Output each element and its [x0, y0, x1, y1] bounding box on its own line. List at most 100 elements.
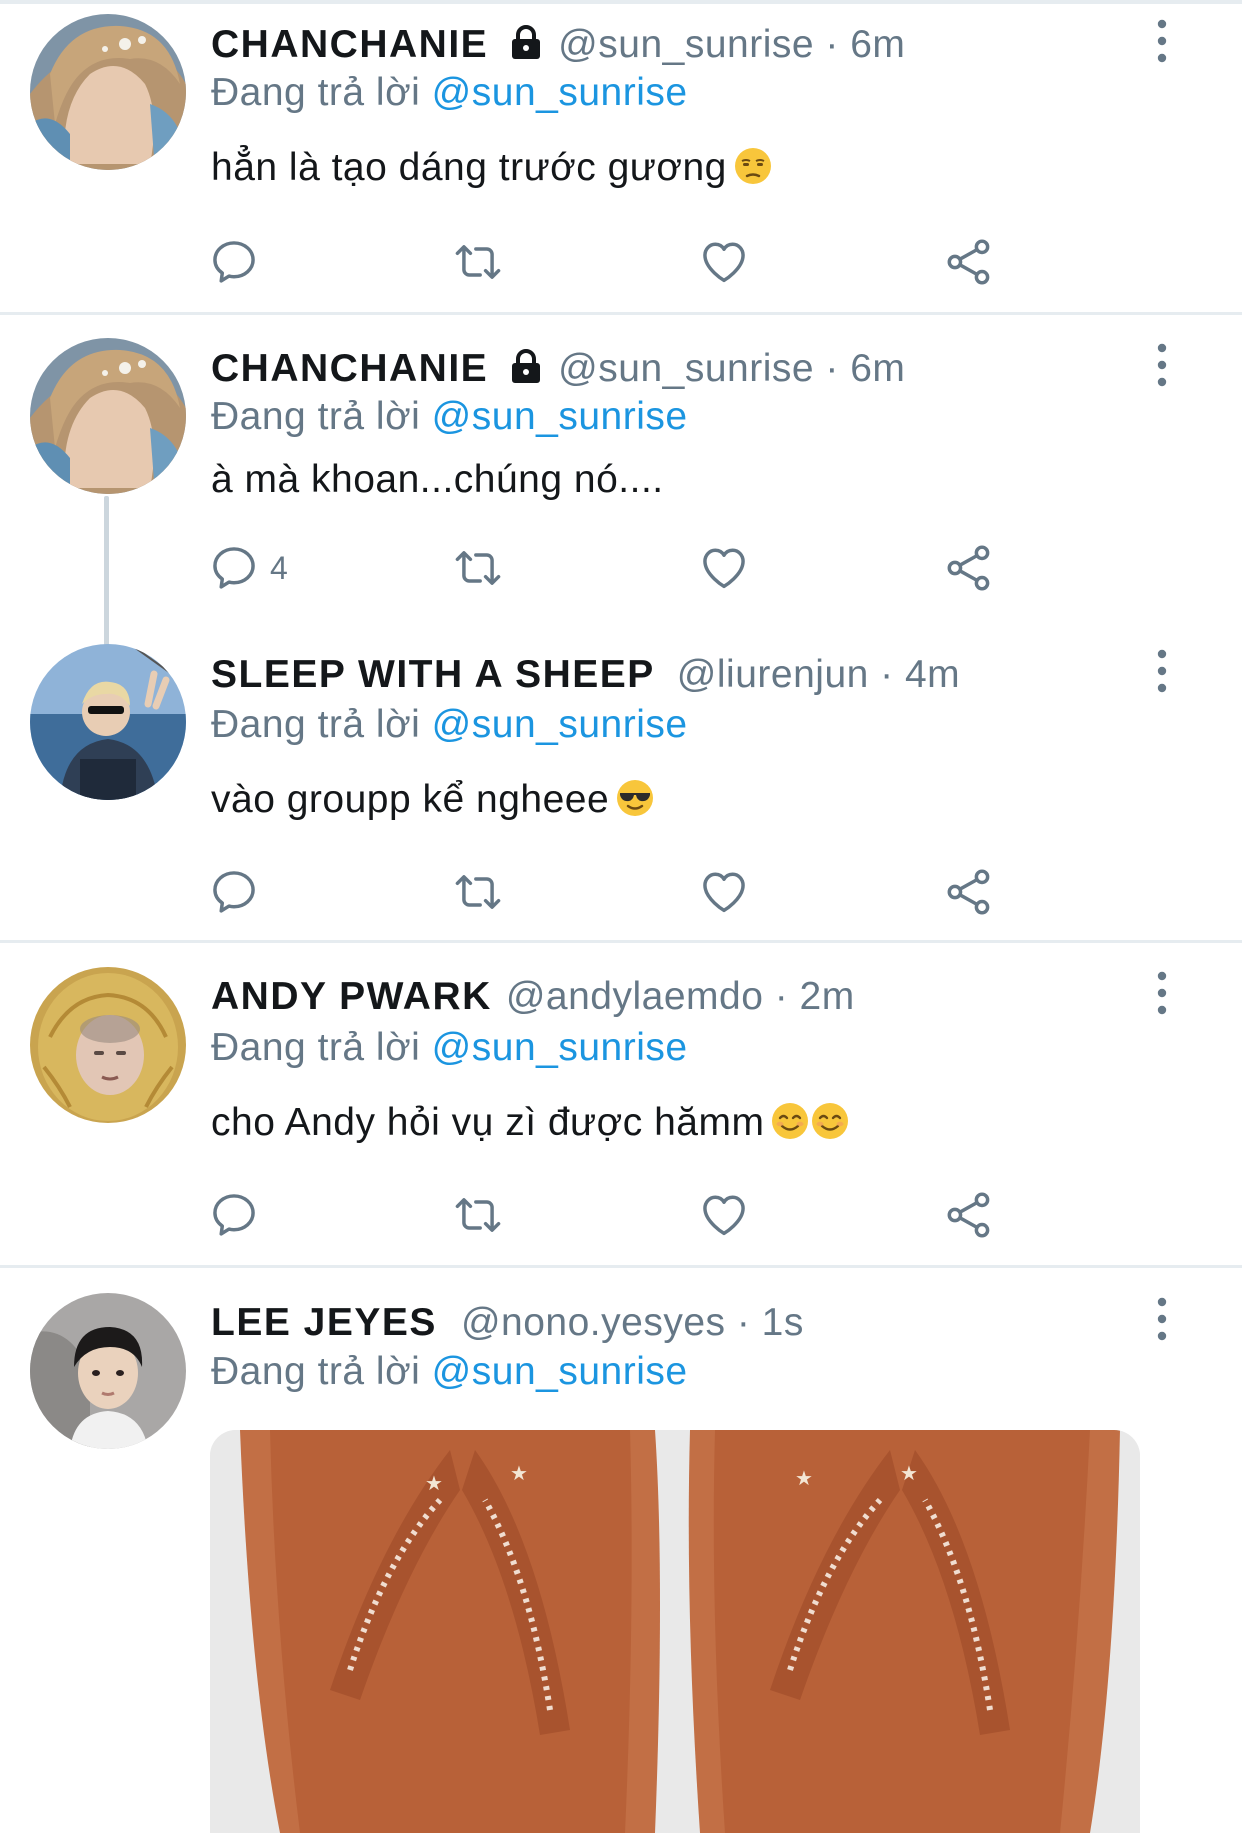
tweet-actions: [208, 232, 1008, 292]
more-options-button[interactable]: [1150, 646, 1174, 698]
more-vertical-icon: [1150, 340, 1174, 392]
reply-feed: CHANCHANIE @sun_sunrise · 6m Đang trả lời…: [0, 0, 1242, 1833]
divider: [0, 1265, 1242, 1268]
more-vertical-icon: [1150, 968, 1174, 1020]
share-button[interactable]: [943, 1185, 995, 1245]
heart-icon: [698, 236, 750, 288]
replying-to-label: Đang trả lời: [211, 395, 421, 438]
divider: [0, 312, 1242, 315]
heart-icon: [698, 866, 750, 918]
replying-to-label: Đang trả lời: [211, 1026, 421, 1069]
tweet-text: à mà khoan...chúng nó....: [211, 454, 664, 506]
retweet-icon: [452, 542, 504, 594]
retweet-button[interactable]: [452, 862, 504, 922]
sunglasses-face-emoji: [615, 778, 655, 818]
share-icon: [943, 866, 995, 918]
retweet-button[interactable]: [452, 1185, 504, 1245]
like-button[interactable]: [698, 232, 750, 292]
like-button[interactable]: [698, 538, 750, 598]
reply-icon: [208, 1189, 260, 1241]
reply-button[interactable]: 4: [208, 538, 288, 598]
mention-link[interactable]: @sun_sunrise: [432, 1026, 688, 1069]
share-button[interactable]: [943, 862, 995, 922]
share-button[interactable]: [943, 538, 995, 598]
tweet-header: LEE JEYES @nono.yesyes · 1s: [211, 1298, 804, 1348]
more-options-button[interactable]: [1150, 968, 1174, 1020]
tweet-text-content: vào groupp kể ngheee: [211, 778, 610, 821]
display-name[interactable]: SLEEP WITH A SHEEP: [211, 653, 655, 696]
unamused-face-emoji: [733, 146, 773, 186]
more-options-button[interactable]: [1150, 1294, 1174, 1346]
replying-to: Đang trả lời @sun_sunrise: [211, 68, 688, 118]
mention-link[interactable]: @sun_sunrise: [432, 71, 688, 114]
tweet-actions: [208, 862, 1008, 922]
display-name[interactable]: CHANCHANIE: [211, 23, 488, 66]
retweet-button[interactable]: [452, 232, 504, 292]
mention-link[interactable]: @sun_sunrise: [432, 1350, 688, 1393]
flip-flop-sandals-image: ★ ★ ★ ★: [210, 1430, 1140, 1833]
avatar-andy-pwark[interactable]: [30, 967, 186, 1123]
tweet-text-content: cho Andy hỏi vụ zì được hămm: [211, 1101, 765, 1144]
reply-icon: [208, 866, 260, 918]
reply-count: 4: [270, 549, 288, 586]
avatar-chanchanie[interactable]: [30, 14, 186, 170]
tweet-1[interactable]: CHANCHANIE @sun_sunrise · 6m Đang trả lời…: [0, 0, 1242, 313]
display-name[interactable]: ANDY PWARK: [211, 975, 492, 1018]
more-vertical-icon: [1150, 1294, 1174, 1346]
like-button[interactable]: [698, 1185, 750, 1245]
display-name[interactable]: CHANCHANIE: [211, 347, 488, 390]
more-vertical-icon: [1150, 16, 1174, 68]
tweet-header: CHANCHANIE @sun_sunrise · 6m: [211, 344, 905, 394]
tweet-2[interactable]: CHANCHANIE @sun_sunrise · 6m Đang trả lời…: [0, 324, 1242, 639]
retweet-button[interactable]: [452, 538, 504, 598]
replying-to: Đang trả lời @sun_sunrise: [211, 700, 688, 750]
reply-button[interactable]: [208, 1185, 260, 1245]
more-vertical-icon: [1150, 646, 1174, 698]
share-icon: [943, 236, 995, 288]
retweet-icon: [452, 866, 504, 918]
replying-to-label: Đang trả lời: [211, 1350, 421, 1393]
smiling-face-emoji: [770, 1101, 810, 1141]
lock-icon: [508, 349, 544, 385]
reply-icon: [208, 236, 260, 288]
tweet-actions: 4: [208, 538, 1008, 598]
handle-time: @nono.yesyes · 1s: [460, 1301, 804, 1344]
more-options-button[interactable]: [1150, 340, 1174, 392]
tweet-text-content: hẳn là tạo dáng trước gương: [211, 146, 727, 189]
reply-icon: [208, 542, 260, 594]
avatar-chanchanie[interactable]: [30, 338, 186, 494]
tweet-header: CHANCHANIE @sun_sunrise · 6m: [211, 20, 905, 70]
share-icon: [943, 1189, 995, 1241]
replying-to-label: Đang trả lời: [211, 703, 421, 746]
lock-icon: [508, 25, 544, 61]
reply-button[interactable]: [208, 862, 260, 922]
mention-link[interactable]: @sun_sunrise: [432, 703, 688, 746]
display-name[interactable]: LEE JEYES: [211, 1301, 437, 1344]
tweet-header: ANDY PWARK @andylaemdo · 2m: [211, 972, 855, 1022]
handle-time: @andylaemdo · 2m: [505, 975, 855, 1018]
tweet-media-image[interactable]: ★ ★ ★ ★: [210, 1430, 1140, 1833]
divider: [0, 940, 1242, 943]
svg-text:★: ★: [510, 1461, 528, 1485]
share-button[interactable]: [943, 232, 995, 292]
like-button[interactable]: [698, 862, 750, 922]
heart-icon: [698, 1189, 750, 1241]
more-options-button[interactable]: [1150, 16, 1174, 68]
smiling-face-emoji: [810, 1101, 850, 1141]
avatar-lee-jeyes[interactable]: [30, 1293, 186, 1449]
replying-to: Đang trả lời @sun_sunrise: [211, 1347, 688, 1397]
tweet-header: SLEEP WITH A SHEEP @liurenjun · 4m: [211, 650, 960, 700]
handle-time: @sun_sunrise · 6m: [558, 347, 906, 390]
tweet-3[interactable]: SLEEP WITH A SHEEP @liurenjun · 4m Đang t…: [0, 640, 1242, 940]
share-icon: [943, 542, 995, 594]
replying-to: Đang trả lời @sun_sunrise: [211, 1023, 688, 1073]
retweet-icon: [452, 1189, 504, 1241]
tweet-text-content: à mà khoan...chúng nó....: [211, 458, 664, 501]
tweet-4[interactable]: ANDY PWARK @andylaemdo · 2m Đang trả lời …: [0, 952, 1242, 1265]
reply-button[interactable]: [208, 232, 260, 292]
tweet-text: cho Andy hỏi vụ zì được hămm: [211, 1097, 850, 1149]
handle-time: @sun_sunrise · 6m: [558, 23, 906, 66]
avatar-sleep-with-a-sheep[interactable]: [30, 644, 186, 800]
mention-link[interactable]: @sun_sunrise: [432, 395, 688, 438]
tweet-actions: [208, 1185, 1008, 1245]
